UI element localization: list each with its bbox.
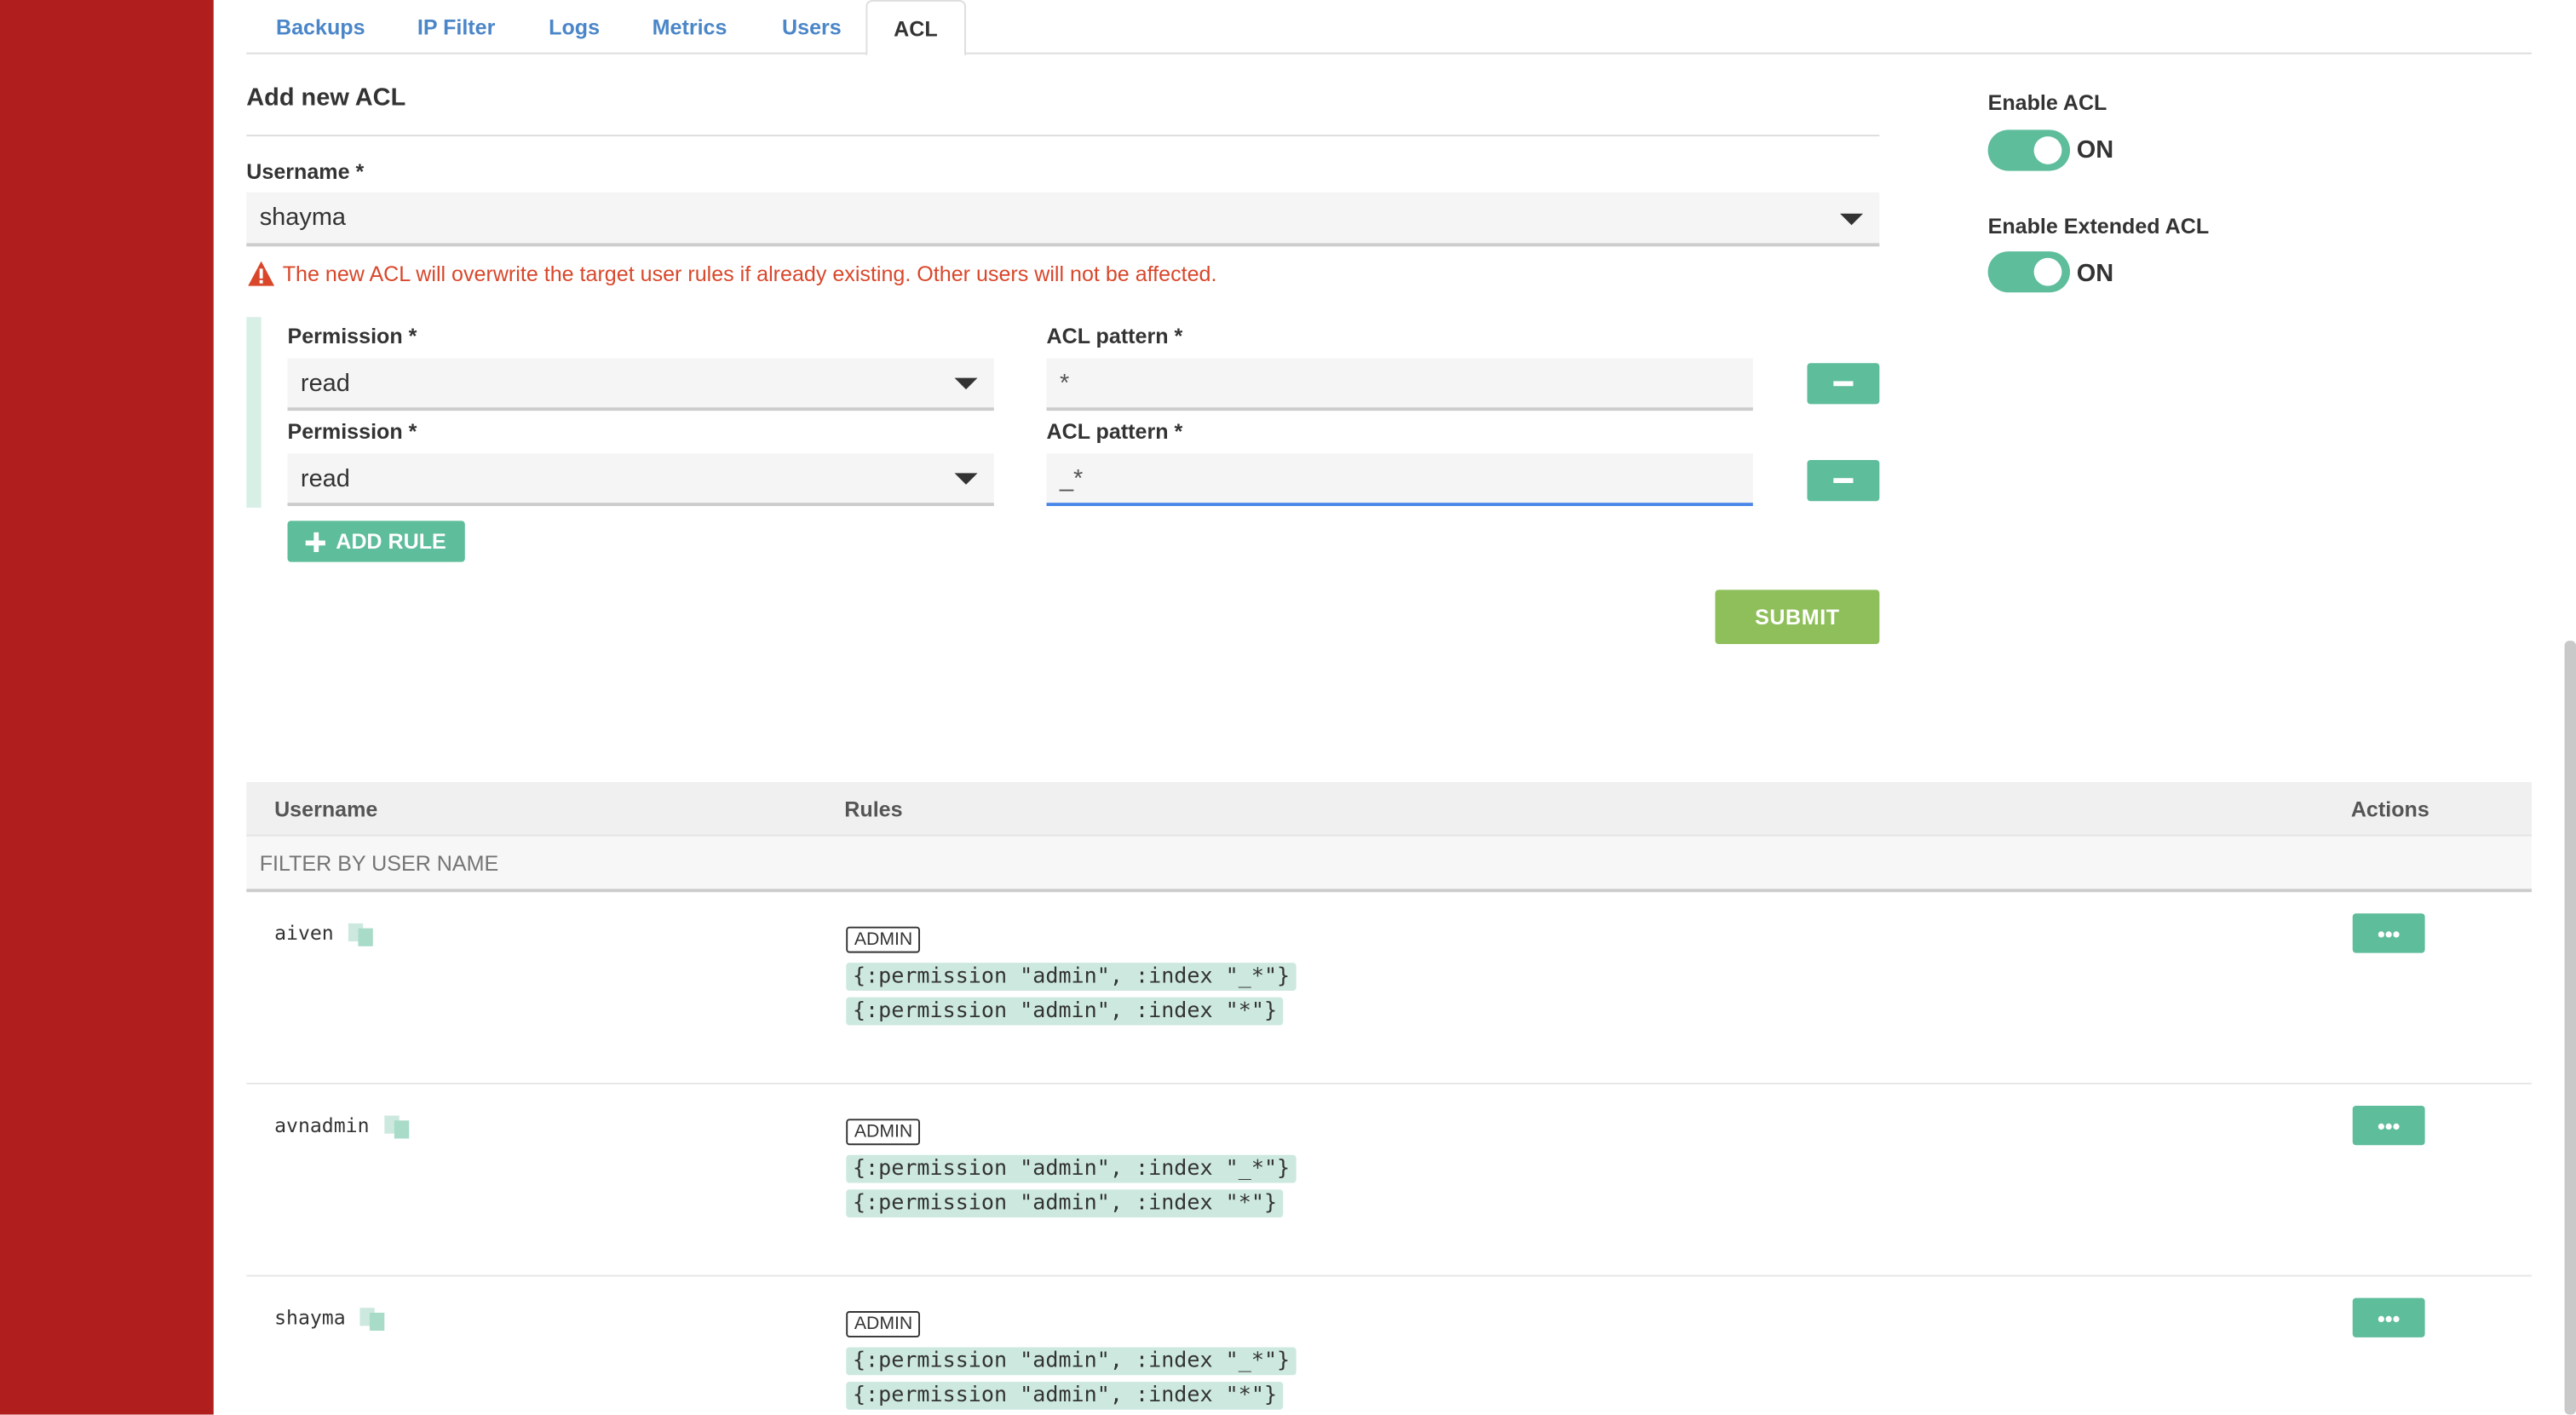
- copy-icon[interactable]: [382, 1113, 412, 1139]
- permission-select-value: read: [300, 463, 350, 492]
- rule-chip: {:permission "admin", :index "_*"}: [846, 1347, 1297, 1376]
- permission-select-value: read: [300, 368, 350, 397]
- enable-extended-acl-label: Enable Extended ACL: [1987, 213, 2210, 239]
- acl-pattern-input[interactable]: _*: [1046, 453, 1753, 507]
- permission-label: Permission *: [287, 418, 417, 444]
- remove-rule-button[interactable]: [1807, 460, 1880, 502]
- rule-chip: {:permission "admin", :index "*"}: [846, 997, 1284, 1026]
- rules-group-marker: [246, 317, 262, 508]
- tab-ip-filter[interactable]: IP Filter: [417, 0, 496, 55]
- username-label: Username *: [246, 159, 365, 185]
- rule-chip: {:permission "admin", :index "_*"}: [846, 1154, 1297, 1183]
- table-header: Username Rules Actions: [246, 782, 2532, 837]
- filter-username-input[interactable]: [259, 836, 1082, 889]
- row-username: avnadmin: [274, 1113, 412, 1139]
- tab-bar: Backups IP Filter Logs Metrics Users ACL: [246, 0, 2532, 56]
- acl-pattern-input[interactable]: *: [1046, 358, 1753, 411]
- enable-extended-acl-toggle[interactable]: [1987, 251, 2071, 293]
- row-username: shayma: [274, 1304, 388, 1332]
- table-row: aiven ADMIN {:permission "admin", :index…: [246, 892, 2532, 1084]
- enable-extended-acl-state: ON: [2076, 259, 2114, 288]
- tab-metrics[interactable]: Metrics: [653, 0, 727, 55]
- row-actions-button[interactable]: •••: [2352, 1105, 2425, 1146]
- add-rule-button[interactable]: ADD RULE: [287, 521, 465, 562]
- copy-icon[interactable]: [359, 1304, 388, 1332]
- filter-row: [246, 836, 2532, 893]
- add-rule-label: ADD RULE: [336, 529, 446, 554]
- column-header-actions: Actions: [2350, 797, 2429, 822]
- row-actions-button[interactable]: •••: [2352, 1297, 2425, 1337]
- toggle-knob: [2033, 257, 2062, 286]
- submit-button[interactable]: SUBMIT: [1715, 590, 1880, 645]
- username-select[interactable]: shayma: [246, 192, 1880, 247]
- column-header-username[interactable]: Username: [274, 782, 377, 837]
- tab-users[interactable]: Users: [782, 0, 842, 55]
- warning-text: The new ACL will overwrite the target us…: [282, 261, 1217, 286]
- tab-acl[interactable]: ACL: [865, 0, 966, 56]
- admin-badge: ADMIN: [846, 926, 921, 953]
- row-actions-button[interactable]: •••: [2352, 913, 2425, 953]
- enable-acl-toggle[interactable]: [1987, 129, 2071, 171]
- warning-icon: [248, 261, 275, 286]
- column-header-rules: Rules: [844, 797, 903, 822]
- acl-page: Backups IP Filter Logs Metrics Users ACL…: [0, 0, 2576, 1415]
- copy-icon[interactable]: [347, 920, 377, 946]
- sidebar: [0, 0, 214, 1415]
- admin-badge: ADMIN: [846, 1311, 921, 1337]
- username-select-value: shayma: [259, 204, 347, 232]
- permission-select[interactable]: read: [287, 358, 994, 411]
- acl-pattern-value: _*: [1059, 463, 1084, 492]
- overwrite-warning: The new ACL will overwrite the target us…: [246, 260, 1216, 288]
- admin-badge: ADMIN: [846, 1119, 921, 1146]
- acl-pattern-value: *: [1059, 368, 1070, 397]
- minus-icon: [1833, 478, 1854, 484]
- tab-backups[interactable]: Backups: [276, 0, 365, 55]
- username-text: avnadmin: [274, 1113, 370, 1137]
- table-row: shayma ADMIN {:permission "admin", :inde…: [246, 1277, 2532, 1415]
- acl-pattern-label: ACL pattern *: [1046, 323, 1183, 348]
- permission-label: Permission *: [287, 323, 417, 348]
- remove-rule-button[interactable]: [1807, 363, 1880, 405]
- minus-icon: [1833, 381, 1854, 387]
- rule-chip: {:permission "admin", :index "*"}: [846, 1381, 1284, 1410]
- rule-chip: {:permission "admin", :index "_*"}: [846, 963, 1297, 991]
- row-username: aiven: [274, 920, 377, 946]
- permission-select[interactable]: read: [287, 453, 994, 507]
- vertical-scrollbar[interactable]: [2564, 641, 2576, 1415]
- toggle-knob: [2033, 136, 2062, 164]
- chevron-down-icon: [954, 473, 978, 485]
- acl-pattern-label: ACL pattern *: [1046, 418, 1183, 444]
- rule-chip: {:permission "admin", :index "*"}: [846, 1189, 1284, 1218]
- table-row: avnadmin ADMIN {:permission "admin", :in…: [246, 1084, 2532, 1277]
- chevron-down-icon: [954, 377, 978, 390]
- username-text: aiven: [274, 921, 334, 945]
- plus-icon: [306, 531, 326, 552]
- enable-acl-state: ON: [2076, 136, 2114, 164]
- form-title: Add new ACL: [246, 83, 406, 112]
- divider: [246, 135, 1880, 137]
- username-text: shayma: [274, 1306, 346, 1330]
- tab-logs[interactable]: Logs: [549, 0, 600, 55]
- enable-acl-label: Enable ACL: [1987, 90, 2107, 116]
- chevron-down-icon: [1840, 212, 1864, 225]
